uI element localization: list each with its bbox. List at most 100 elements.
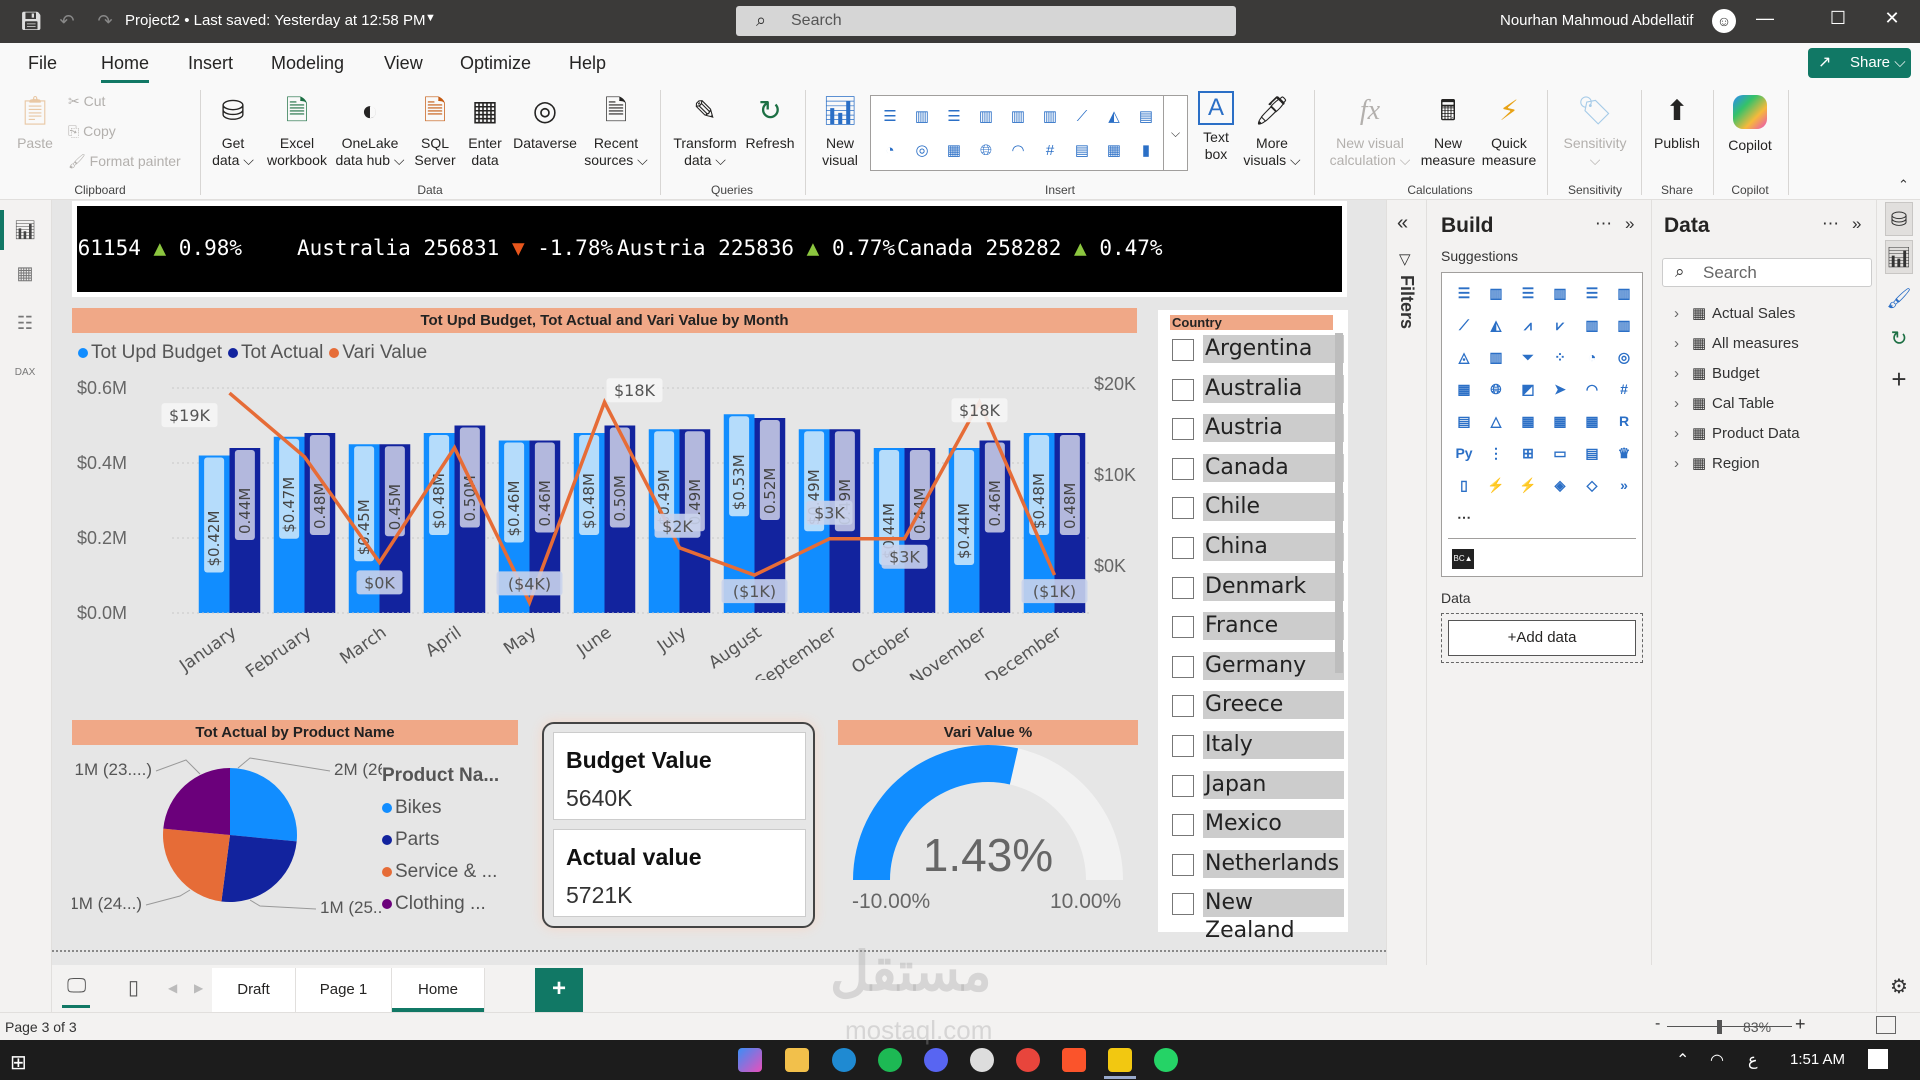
gallery-visual-icon[interactable]: ▥ (1037, 104, 1063, 130)
visual-type-icon[interactable]: ◭ (1484, 313, 1508, 337)
recent-sources-button[interactable]: 🗎︎ Recent sources ⌵ (584, 91, 648, 169)
cut-button[interactable]: ✂ Cut (68, 93, 105, 110)
spotify-icon[interactable] (878, 1048, 902, 1072)
sync-slicers-icon[interactable]: ↻ (1885, 322, 1913, 356)
expand-filters-icon[interactable]: « (1397, 212, 1408, 235)
close-icon[interactable]: ✕ (1877, 8, 1907, 29)
gallery-visual-icon[interactable]: ◭ (1101, 104, 1127, 130)
slicer-item[interactable]: Canada (1170, 453, 1346, 482)
visual-type-icon[interactable]: ⏷ (1516, 345, 1540, 369)
slicer-item[interactable]: Australia (1170, 374, 1346, 403)
pie-legend-item[interactable]: Clothing ... (382, 888, 499, 920)
checkbox[interactable] (1172, 339, 1194, 361)
notifications-icon[interactable] (1868, 1049, 1888, 1069)
data-search-input[interactable]: ⌕ Search (1662, 258, 1872, 287)
data-pane-icon[interactable]: ⛁ (1885, 202, 1913, 236)
checkbox[interactable] (1172, 893, 1194, 916)
data-table-item[interactable]: › ▦ Actual Sales (1674, 303, 1795, 325)
visual-type-icon[interactable]: » (1612, 473, 1636, 497)
add-pane-icon[interactable]: + (1885, 362, 1913, 396)
visual-type-icon[interactable]: ◬ (1452, 345, 1476, 369)
checkbox[interactable] (1172, 695, 1194, 718)
visual-type-icon[interactable]: ⋮ (1484, 441, 1508, 465)
zoom-in-icon[interactable]: + (1795, 1014, 1806, 1035)
edge-icon[interactable] (832, 1048, 856, 1072)
zoom-thumb[interactable] (1717, 1020, 1722, 1034)
maximize-icon[interactable]: ☐ (1823, 8, 1853, 29)
previous-page-icon[interactable]: ◀ (168, 981, 177, 995)
tab-home[interactable]: Home (101, 53, 150, 83)
visual-type-icon[interactable]: ⚡ (1516, 473, 1540, 497)
transform-data-button[interactable]: ✎ Transform data ⌵ (668, 91, 742, 169)
visual-type-icon[interactable]: ◇ (1580, 473, 1604, 497)
zoom-slider[interactable]: - + (1655, 1014, 1815, 1037)
data-table-item[interactable]: › ▦ All measures (1674, 333, 1799, 355)
visual-type-icon[interactable]: ⟋ (1452, 313, 1476, 337)
visual-type-icon[interactable]: ▤ (1452, 409, 1476, 433)
whatsapp-web-icon[interactable] (970, 1048, 994, 1072)
visual-type-icon[interactable]: ⊞ (1516, 441, 1540, 465)
collapse-pane-icon[interactable]: » (1625, 214, 1634, 234)
visual-type-icon[interactable]: ⩗ (1548, 313, 1572, 337)
save-icon[interactable]: 💾︎ (20, 10, 43, 32)
tab-file[interactable]: File (28, 53, 57, 74)
visual-type-icon[interactable]: ♛ (1612, 441, 1636, 465)
visual-type-icon[interactable]: ⩘ (1516, 313, 1540, 337)
checkbox[interactable] (1172, 616, 1194, 639)
slicer-scrollbar[interactable] (1335, 333, 1343, 673)
report-view-icon[interactable]: 📊︎ (12, 217, 38, 243)
slicer-item[interactable]: Greece (1170, 691, 1346, 720)
add-page-button[interactable]: + (535, 968, 583, 1012)
checkbox[interactable] (1172, 814, 1194, 837)
visual-type-icon[interactable]: # (1612, 377, 1636, 401)
gallery-visual-icon[interactable]: ▮ (1133, 138, 1159, 164)
visual-type-icon[interactable]: ▯ (1452, 473, 1476, 497)
add-data-button[interactable]: +Add data (1448, 620, 1636, 656)
visual-type-icon[interactable]: ➤ (1548, 377, 1572, 401)
checkbox[interactable] (1172, 576, 1194, 599)
visual-type-icon[interactable]: ◩ (1516, 377, 1540, 401)
pie-slice[interactable] (163, 768, 230, 835)
checkbox[interactable] (1172, 378, 1194, 401)
slicer-item[interactable]: New Zealand (1170, 889, 1346, 943)
dax-query-view-icon[interactable]: DAX (12, 360, 38, 386)
sensitivity-button[interactable]: 🏷︎ Sensitivity ⌵ (1555, 91, 1635, 169)
visual-type-icon[interactable]: ▥ (1612, 281, 1636, 305)
copilot-button[interactable]: Copilot (1720, 91, 1780, 154)
excel-workbook-button[interactable]: 🗎︎ Excel workbook (262, 91, 332, 169)
visual-type-icon[interactable]: △ (1484, 409, 1508, 433)
page-tab-draft[interactable]: Draft (212, 968, 296, 1012)
brave-icon[interactable] (1062, 1048, 1086, 1072)
visual-type-icon[interactable]: ☰ (1452, 281, 1476, 305)
data-table-item[interactable]: › ▦ Region (1674, 453, 1760, 475)
visual-type-icon[interactable]: ⚡ (1484, 473, 1508, 497)
minimize-icon[interactable]: — (1750, 8, 1780, 29)
file-title[interactable]: Project2 • Last saved: Yesterday at 12:5… (125, 12, 425, 29)
slicer-item[interactable]: Denmark (1170, 572, 1346, 601)
zoom-out-icon[interactable]: - (1655, 1015, 1660, 1033)
visual-type-icon[interactable]: ▥ (1484, 345, 1508, 369)
more-options-icon[interactable]: ⋯ (1595, 214, 1612, 234)
slicer-item[interactable]: France (1170, 612, 1346, 641)
more-visuals-button[interactable]: 🖊︎ More visuals ⌵ (1240, 91, 1304, 169)
visual-type-icon[interactable]: Py (1452, 441, 1476, 465)
page-tab-page-1[interactable]: Page 1 (296, 968, 392, 1012)
pie-slice[interactable] (163, 828, 230, 902)
slicer-item[interactable]: Mexico (1170, 810, 1346, 839)
pie-slice[interactable] (221, 835, 297, 902)
visual-type-icon[interactable]: ◔ (1580, 345, 1604, 369)
onelake-button[interactable]: ◐ OneLake data hub ⌵ (332, 91, 408, 169)
file-explorer-icon[interactable] (785, 1048, 809, 1072)
windows-start-icon[interactable]: ⊞ (10, 1050, 27, 1075)
pie-legend-item[interactable]: Parts (382, 824, 499, 856)
tab-insert[interactable]: Insert (188, 53, 233, 74)
wifi-icon[interactable]: ◠ (1710, 1050, 1724, 1070)
fit-to-page-icon[interactable] (1876, 1016, 1896, 1034)
table-view-icon[interactable]: ▦ (12, 260, 38, 286)
tab-help[interactable]: Help (569, 53, 606, 74)
slicer-item[interactable]: Austria (1170, 414, 1346, 443)
chevron-right-icon[interactable]: › (1674, 453, 1692, 475)
format-painter-button[interactable]: 🖌︎ Format painter (68, 153, 181, 170)
gallery-visual-icon[interactable]: ▤ (1133, 104, 1159, 130)
copilot-taskbar-icon[interactable] (738, 1048, 762, 1072)
